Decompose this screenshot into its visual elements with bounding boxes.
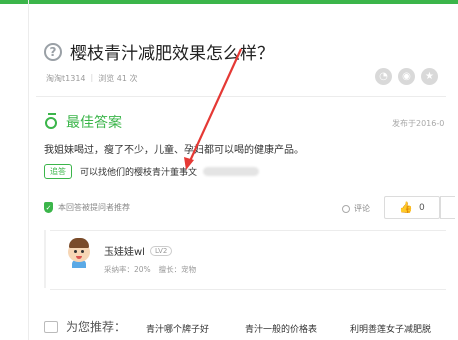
answerer-card <box>50 230 446 290</box>
avatar[interactable] <box>66 238 92 268</box>
specialty: 擅长：宠物 <box>158 265 197 274</box>
like-count: 0 <box>418 202 425 213</box>
adopt-rate: 采纳率：20% <box>104 265 151 274</box>
level-badge: LV2 <box>149 245 173 256</box>
answerer-card-bar <box>44 230 46 288</box>
thumbs-up-icon: 👍 <box>399 201 413 214</box>
recommend-link[interactable]: 利明善莲女子减肥脱 <box>350 322 431 335</box>
comment-button[interactable]: 评论 <box>342 203 370 214</box>
shield-check-icon: ✓ <box>44 202 53 213</box>
dislike-button[interactable] <box>440 196 455 219</box>
comment-icon <box>342 204 350 213</box>
comment-label: 评论 <box>354 204 370 213</box>
answerer-name-row: 玉娃娃wl LV2 <box>104 243 173 258</box>
answerer-name[interactable]: 玉娃娃wl <box>104 243 145 258</box>
recommend-header: 为您推荐： <box>44 318 126 335</box>
like-button[interactable]: 👍 0 <box>384 196 440 219</box>
recommended-note: ✓ 本回答被提问者推荐 <box>44 202 130 213</box>
recommend-title: 为您推荐： <box>66 320 127 334</box>
recommended-text: 本回答被提问者推荐 <box>58 203 130 212</box>
recommend-link[interactable]: 青汁一般的价格表 <box>245 322 317 335</box>
recommend-link[interactable]: 青汁哪个牌子好 <box>146 322 209 335</box>
answerer-stats: 采纳率：20% 擅长：宠物 <box>104 264 196 275</box>
document-icon <box>44 320 58 333</box>
